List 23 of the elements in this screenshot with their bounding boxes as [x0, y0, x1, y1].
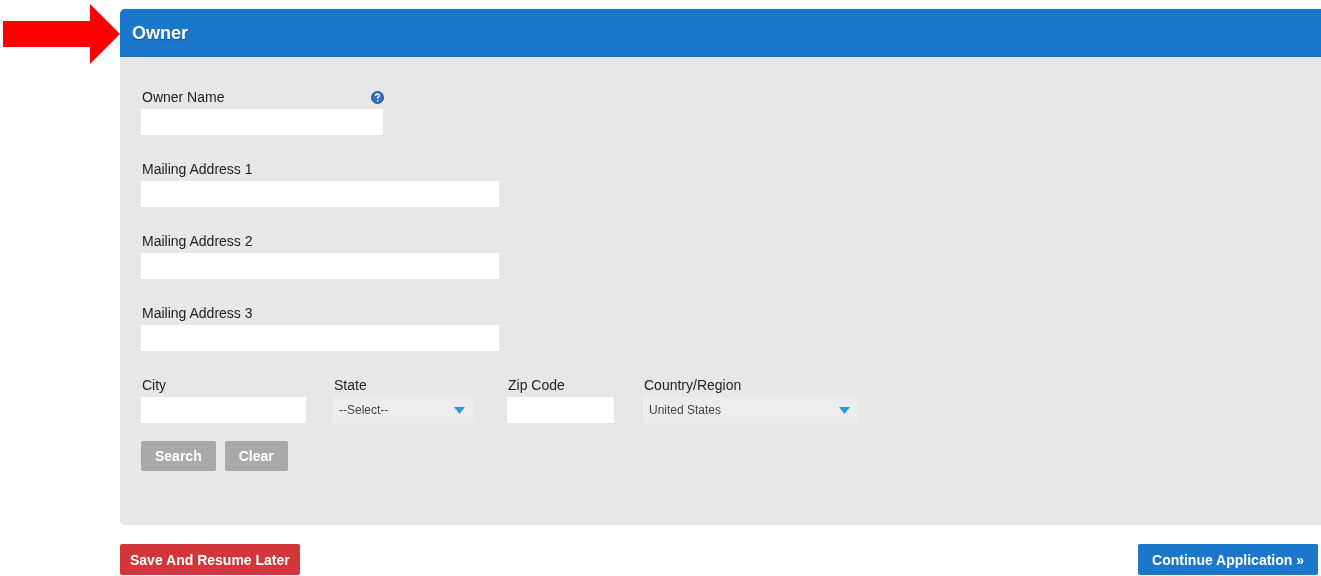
dropdown-field[interactable]: --Select--: [333, 397, 473, 423]
continue-button[interactable]: Continue Application »: [1138, 544, 1318, 575]
save-button[interactable]: Save And Resume Later: [120, 544, 300, 575]
field-label: Mailing Address 3: [142, 305, 253, 321]
caret-icon: [454, 406, 465, 414]
help-icon[interactable]: [371, 90, 384, 104]
text-field[interactable]: [141, 253, 499, 279]
text-field[interactable]: [141, 397, 306, 423]
text-field[interactable]: [507, 397, 614, 423]
caret-icon: [839, 406, 850, 414]
field-label: Country/Region: [644, 377, 742, 393]
field-label: City: [142, 377, 167, 393]
field-label: State: [334, 377, 367, 393]
panel-title: Owner: [132, 22, 188, 44]
arrow-icon: [3, 4, 120, 64]
text-field[interactable]: [141, 325, 499, 351]
field-label: Zip Code: [508, 377, 565, 393]
text-field[interactable]: [141, 181, 499, 207]
field-label: Mailing Address 2: [142, 233, 253, 249]
field-label: Owner Name: [142, 89, 225, 105]
dropdown-field[interactable]: United States: [643, 397, 858, 423]
text-field[interactable]: [141, 109, 383, 135]
field-label: Mailing Address 1: [142, 161, 253, 177]
